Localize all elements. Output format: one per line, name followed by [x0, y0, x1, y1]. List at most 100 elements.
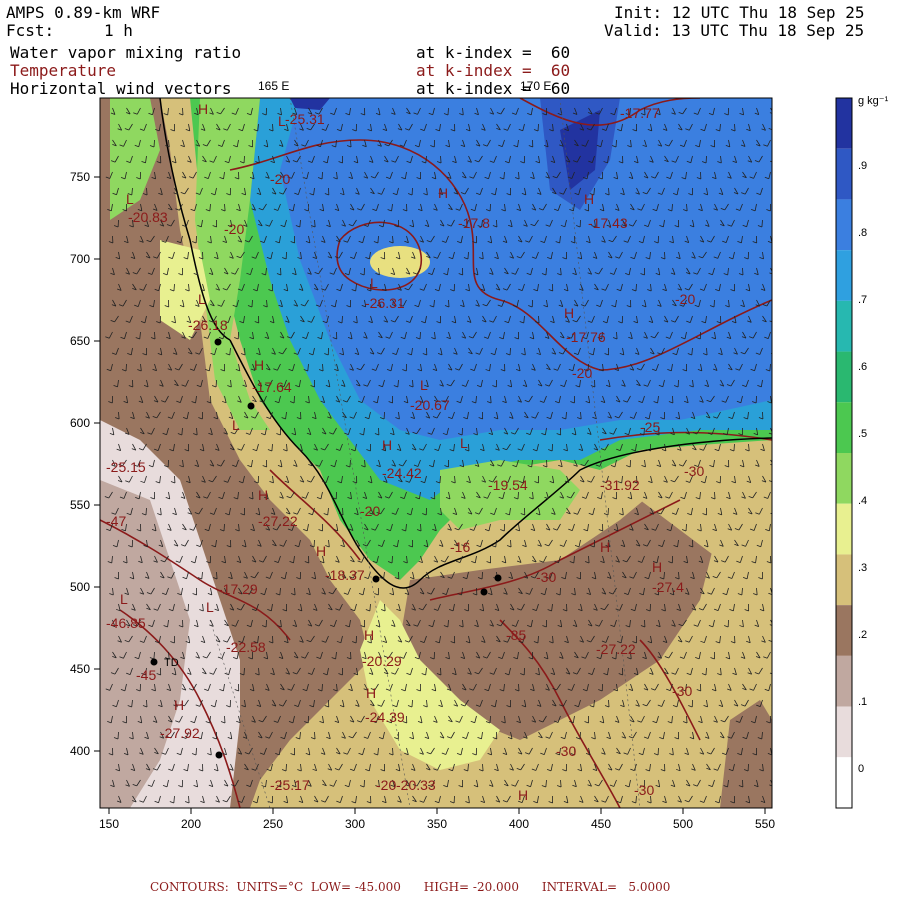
- contour-label: -47: [106, 513, 126, 529]
- high-low-mark: L: [460, 435, 468, 451]
- contour-label: -17.29: [218, 581, 258, 597]
- colorbar-swatch: [836, 554, 852, 606]
- contour-label: -20.29: [362, 653, 402, 669]
- high-low-mark: H: [382, 437, 392, 453]
- contour-label: -45: [136, 667, 156, 683]
- colorbar: .9 .8 .7 .6 .5 .4 .3 .2 .1 0: [835, 97, 867, 809]
- high-low-mark: L: [206, 599, 214, 615]
- high-low-mark: L: [232, 417, 240, 433]
- contour-label: -27.92: [160, 725, 200, 741]
- contour-label: -46.85: [106, 615, 146, 631]
- colorbar-swatch: [836, 402, 852, 453]
- contour-label: -27.4: [652, 579, 684, 595]
- contour-info-footer: CONTOURS: UNITS=°C LOW= -45.000 HIGH= -2…: [150, 880, 671, 894]
- x-tick-label: 350: [427, 817, 447, 831]
- contour-label: -27.22: [596, 641, 636, 657]
- colorbar-label: .1: [858, 696, 867, 708]
- y-tick-label: 700: [70, 252, 90, 266]
- high-low-mark: H: [438, 185, 448, 201]
- high-low-mark: H: [316, 543, 326, 559]
- contour-label: -22.58: [226, 639, 266, 655]
- station-dot: [215, 751, 223, 759]
- contour-label: -20: [224, 221, 244, 237]
- contour-label: -20.67: [410, 397, 450, 413]
- x-tick-label: 400: [509, 817, 529, 831]
- contour-label: -25.15: [106, 459, 146, 475]
- colorbar-label: .7: [858, 294, 867, 306]
- contour-label: -19.54: [488, 477, 528, 493]
- contour-label: -25: [640, 419, 660, 435]
- contour-label: -20.83: [128, 209, 168, 225]
- contour-label: -17.64: [252, 379, 292, 395]
- colorbar-swatch: [836, 199, 852, 251]
- station-dot: [372, 575, 380, 583]
- contour-label: -27.22: [258, 513, 298, 529]
- high-low-mark: H: [564, 305, 574, 321]
- contour-label: -30: [634, 782, 654, 798]
- colorbar-label: .6: [858, 361, 867, 373]
- colorbar-label: .4: [858, 495, 867, 507]
- high-low-mark: H: [174, 697, 184, 713]
- high-low-mark: L: [198, 291, 206, 307]
- x-tick-label: 550: [755, 817, 775, 831]
- longitude-label-170e: 170 E: [520, 79, 551, 93]
- high-low-mark: H: [258, 487, 268, 503]
- high-low-mark: H: [198, 101, 208, 117]
- colorbar-swatch: [836, 655, 852, 707]
- y-tick-label: 550: [70, 498, 90, 512]
- colorbar-swatch: [836, 503, 852, 555]
- colorbar-swatch: [836, 706, 852, 758]
- x-tick-label: 150: [99, 817, 119, 831]
- colorbar-label: .9: [858, 160, 867, 172]
- y-tick-label: 500: [70, 580, 90, 594]
- contour-label: -20: [360, 503, 380, 519]
- high-low-mark: H: [364, 627, 374, 643]
- high-low-mark: H: [600, 539, 610, 555]
- high-low-mark: L: [370, 275, 378, 291]
- x-tick-label: 500: [673, 817, 693, 831]
- contour-label: -20: [270, 171, 290, 187]
- colorbar-swatch: [836, 453, 852, 504]
- high-low-mark: L: [126, 191, 134, 207]
- x-tick-label: 200: [181, 817, 201, 831]
- colorbar-swatch: [836, 250, 852, 301]
- high-low-mark: H: [254, 357, 264, 373]
- station-dot: [480, 588, 488, 596]
- x-tick-label: 250: [263, 817, 283, 831]
- contour-label: -17.8: [458, 215, 490, 231]
- station-dot: [247, 402, 255, 410]
- contour-label: -25.17: [270, 777, 310, 793]
- contour-label: -26.18: [188, 317, 228, 333]
- contour-label: -17.76: [566, 329, 606, 345]
- high-low-mark: L: [420, 377, 428, 393]
- contour-label: -25.31: [285, 111, 325, 127]
- y-tick-label: 450: [70, 662, 90, 676]
- colorbar-label: .2: [858, 629, 867, 641]
- contour-label: -30: [672, 683, 692, 699]
- high-low-mark: L: [120, 591, 128, 607]
- high-low-mark: H: [652, 559, 662, 575]
- colorbar-swatch: [836, 98, 852, 149]
- colorbar-label: .3: [858, 562, 867, 574]
- colorbar-units: g kg⁻¹: [858, 95, 889, 107]
- contour-label: -30: [536, 569, 556, 585]
- colorbar-swatch: [836, 757, 852, 808]
- contour-label: -24.39: [365, 709, 405, 725]
- contour-label: -20: [376, 777, 396, 793]
- station-dot: [494, 574, 502, 582]
- contour-label: -85: [506, 627, 526, 643]
- colorbar-label: .5: [858, 428, 867, 440]
- y-tick-label: 600: [70, 416, 90, 430]
- contour-label: -17.77: [620, 105, 660, 121]
- longitude-label-165e: 165 E: [258, 79, 289, 93]
- contour-label: -30: [556, 743, 576, 759]
- x-tick-label: 450: [591, 817, 611, 831]
- contour-label: -31.92: [600, 477, 640, 493]
- colorbar-swatch: [836, 300, 852, 352]
- colorbar-swatch: [836, 605, 852, 656]
- station-label: TD: [164, 657, 179, 669]
- map-plot: TD -25.31 -17.77 -20 -20.83 -20 -17.8 -17.43 -2…: [70, 79, 889, 831]
- contour-label: -20: [675, 291, 695, 307]
- contour-label: -26.31: [365, 295, 405, 311]
- contour-label: -24.42: [382, 465, 422, 481]
